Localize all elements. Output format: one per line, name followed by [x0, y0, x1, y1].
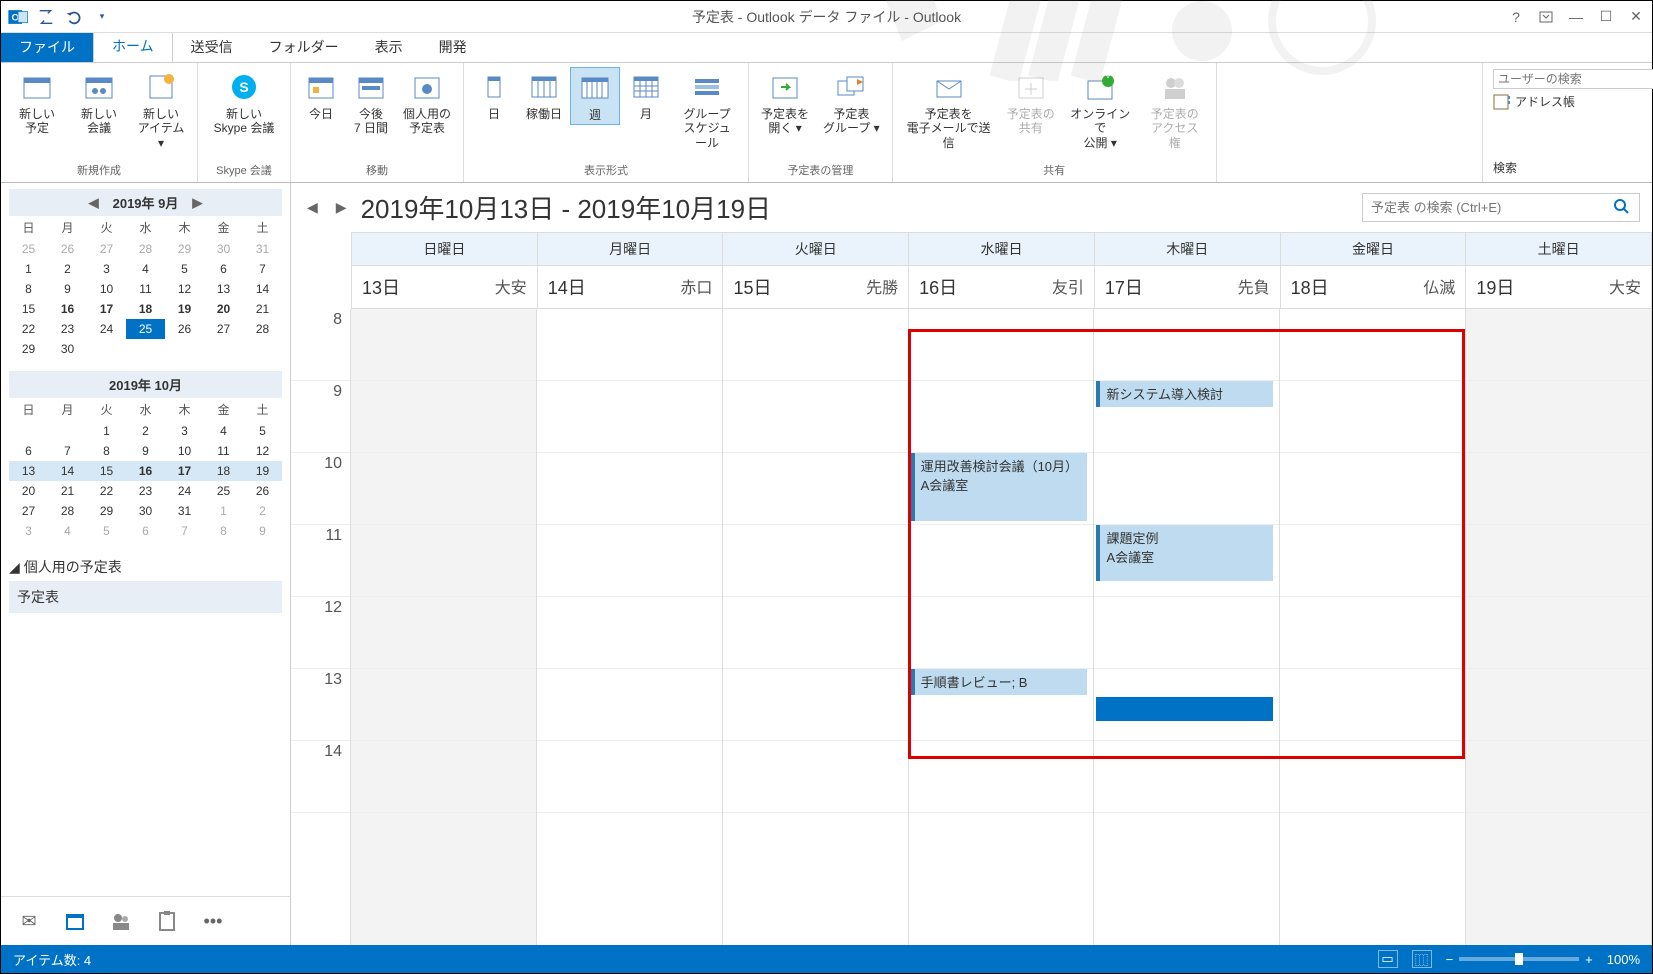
day-col-tue[interactable]	[723, 309, 909, 945]
tab-home[interactable]: ホーム	[93, 30, 173, 62]
share-calendar-button: 予定表の 共有	[1001, 67, 1061, 138]
zoom-level[interactable]: 100%	[1607, 952, 1640, 967]
publish-online-button[interactable]: オンラインで 公開 ▾	[1063, 67, 1138, 152]
view-reading-icon[interactable]: ⿲	[1412, 950, 1432, 968]
undo-icon[interactable]	[63, 6, 85, 28]
people-nav-icon[interactable]	[109, 909, 133, 933]
new-appointment-button[interactable]: 新しい 予定	[7, 67, 67, 138]
mini-calendar-september: ◀2019年 9月▶ 日月火水木金土 25262728293031 123456…	[1, 183, 290, 365]
ribbon-options-icon[interactable]	[1536, 7, 1556, 27]
group-manage: 予定表の管理	[755, 160, 886, 180]
ribbon-tabs: ファイル ホーム 送受信 フォルダー 表示 開発	[1, 33, 1652, 63]
mini-calendar-october: 2019年 10月 日月火水木金土 12345 6789101112 13141…	[1, 365, 290, 547]
zoom-in-icon[interactable]: +	[1585, 952, 1593, 967]
tab-send-receive[interactable]: 送受信	[173, 32, 251, 62]
next-7-days-button[interactable]: 今後 7 日間	[347, 67, 395, 138]
nav-bar: ✉ •••	[1, 896, 290, 945]
new-skype-meeting-button[interactable]: S新しい Skype 会議	[204, 67, 284, 138]
day-col-sun[interactable]	[351, 309, 537, 945]
my-calendars-header[interactable]: ◢個人用の予定表	[9, 557, 282, 577]
group-schedule-button[interactable]: グループ スケジュール	[672, 67, 742, 152]
calendar-view: ◀ ▶ 2019年10月13日 - 2019年10月19日 日曜日月曜日火曜日水…	[291, 183, 1652, 945]
close-icon[interactable]: ✕	[1626, 7, 1646, 27]
calendar-item[interactable]: 予定表	[9, 581, 282, 613]
personal-calendar-button[interactable]: 個人用の 予定表	[397, 67, 457, 138]
tab-view[interactable]: 表示	[357, 32, 421, 62]
minimize-icon[interactable]: —	[1566, 7, 1586, 27]
day-col-fri[interactable]	[1280, 309, 1466, 945]
outlook-icon: O	[7, 6, 29, 28]
open-calendar-button[interactable]: 予定表を 開く ▾	[755, 67, 815, 138]
address-book-button[interactable]: アドレス帳	[1493, 93, 1642, 110]
qat-dropdown-icon[interactable]: ▾	[91, 6, 113, 28]
time-grid: 891011121314 運用改善検討会議（10月） A会議室 手順書レビュー;…	[291, 309, 1652, 945]
prev-week-icon[interactable]: ◀	[303, 199, 322, 216]
calendar-nav-icon[interactable]	[63, 909, 87, 933]
calendar-pane: ◢個人用の予定表 予定表	[1, 547, 290, 623]
calendar-permissions-button: 予定表の アクセス権	[1140, 67, 1210, 152]
event-review[interactable]: 手順書レビュー; B	[911, 669, 1088, 695]
day-col-thu[interactable]: 新システム導入検討 課題定例 A会議室	[1094, 309, 1280, 945]
day-col-wed[interactable]: 運用改善検討会議（10月） A会議室 手順書レビュー; B	[909, 309, 1095, 945]
group-move: 移動	[297, 160, 457, 180]
people-search-input[interactable]	[1493, 69, 1653, 89]
search-icon[interactable]	[1603, 194, 1639, 221]
date-headers: 13日大安 14日赤口 15日先勝 16日友引 17日先負 18日仏滅 19日大…	[351, 266, 1652, 309]
day-col-mon[interactable]	[537, 309, 723, 945]
title-bar: O ▾ 予定表 - Outlook データ ファイル - Outlook ? —…	[1, 1, 1652, 33]
calendar-search-input[interactable]	[1363, 196, 1603, 219]
group-skype: Skype 会議	[204, 160, 284, 180]
ribbon: 新しい 予定 新しい 会議 新しい アイテム ▾ 新規作成 S新しい Skype…	[1, 63, 1652, 183]
collapse-icon: ◢	[9, 559, 20, 576]
tasks-nav-icon[interactable]	[155, 909, 179, 933]
new-meeting-button[interactable]: 新しい 会議	[69, 67, 129, 138]
next-month-icon[interactable]: ▶	[186, 195, 208, 211]
time-column: 891011121314	[291, 309, 351, 945]
tab-folder[interactable]: フォルダー	[251, 32, 357, 62]
group-new: 新規作成	[7, 160, 191, 180]
new-items-button[interactable]: 新しい アイテム ▾	[131, 67, 191, 152]
email-calendar-button[interactable]: 予定表を 電子メールで送信	[899, 67, 999, 152]
status-bar: アイテム数: 4 ▭ ⿲ − + 100%	[1, 945, 1652, 973]
group-find: 検索	[1493, 159, 1642, 176]
view-normal-icon[interactable]: ▭	[1378, 950, 1398, 968]
today-button[interactable]: 今日	[297, 67, 345, 123]
calendar-search	[1362, 193, 1640, 222]
zoom-slider[interactable]: − +	[1446, 952, 1593, 967]
tab-file[interactable]: ファイル	[1, 32, 93, 62]
svg-text:S: S	[239, 79, 248, 95]
work-week-view-button[interactable]: 稼働日	[520, 67, 568, 123]
help-icon[interactable]: ?	[1506, 7, 1526, 27]
calendar-groups-button[interactable]: 予定表 グループ ▾	[817, 67, 886, 138]
send-receive-icon[interactable]	[35, 6, 57, 28]
item-count: アイテム数: 4	[13, 950, 91, 969]
prev-month-icon[interactable]: ◀	[83, 195, 105, 211]
date-range: 2019年10月13日 - 2019年10月19日	[361, 189, 771, 226]
event-kadai[interactable]: 課題定例 A会議室	[1096, 525, 1273, 581]
sidebar: ◀2019年 9月▶ 日月火水木金土 25262728293031 123456…	[1, 183, 291, 945]
week-view-button[interactable]: 週	[570, 67, 620, 125]
event-meeting[interactable]: 運用改善検討会議（10月） A会議室	[911, 453, 1088, 521]
more-nav-icon[interactable]: •••	[201, 909, 225, 933]
group-arrange: 表示形式	[470, 160, 742, 180]
group-share: 共有	[899, 160, 1210, 180]
day-view-button[interactable]: 日	[470, 67, 518, 123]
window-title: 予定表 - Outlook データ ファイル - Outlook	[692, 7, 961, 27]
month-view-button[interactable]: 月	[622, 67, 670, 123]
day-col-sat[interactable]	[1466, 309, 1652, 945]
tab-developer[interactable]: 開発	[421, 32, 485, 62]
day-headers: 日曜日月曜日火曜日水曜日木曜日金曜日土曜日	[351, 232, 1652, 266]
maximize-icon[interactable]: ☐	[1596, 7, 1616, 27]
event-selected[interactable]	[1096, 697, 1273, 721]
next-week-icon[interactable]: ▶	[332, 199, 351, 216]
event-new-system[interactable]: 新システム導入検討	[1096, 381, 1273, 407]
mail-nav-icon[interactable]: ✉	[17, 909, 41, 933]
main-area: ◀2019年 9月▶ 日月火水木金土 25262728293031 123456…	[1, 183, 1652, 945]
zoom-out-icon[interactable]: −	[1446, 952, 1454, 967]
